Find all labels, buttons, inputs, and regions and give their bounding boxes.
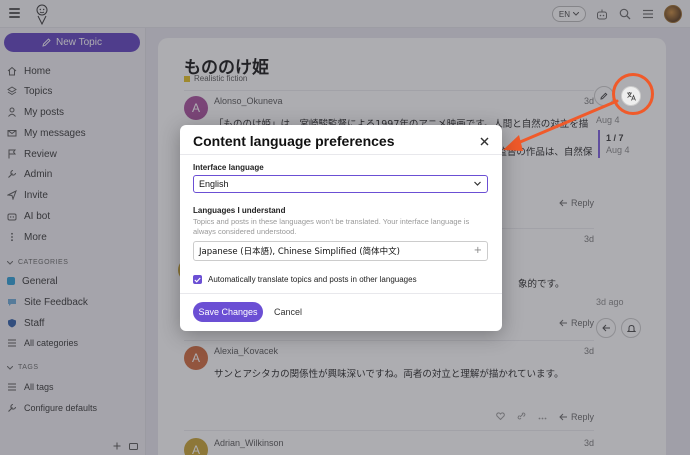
save-changes-button[interactable]: Save Changes (193, 302, 263, 322)
language-preferences-modal: Content language preferences Interface l… (180, 125, 502, 331)
divider (180, 154, 502, 155)
languages-understood-input[interactable]: Japanese (日本語), Chinese Simplified (简体中文… (193, 241, 488, 261)
interface-language-label: Interface language (193, 163, 264, 172)
auto-translate-checkbox[interactable] (193, 275, 202, 284)
chevron-down-icon (474, 181, 481, 186)
languages-understood-label: Languages I understand (193, 206, 286, 215)
auto-translate-label: Automatically translate topics and posts… (208, 275, 417, 284)
check-icon (194, 277, 201, 283)
annotation-arrow (503, 99, 619, 151)
add-language-icon[interactable]: + (474, 245, 482, 256)
divider (180, 293, 502, 294)
languages-help-text: Topics and posts in these languages won'… (193, 217, 470, 236)
close-button[interactable] (477, 134, 491, 148)
close-icon (480, 137, 488, 145)
auto-translate-option[interactable]: Automatically translate topics and posts… (193, 275, 417, 284)
interface-language-select[interactable]: English (193, 175, 488, 193)
cancel-button[interactable]: Cancel (274, 307, 302, 317)
modal-title: Content language preferences (193, 133, 395, 149)
